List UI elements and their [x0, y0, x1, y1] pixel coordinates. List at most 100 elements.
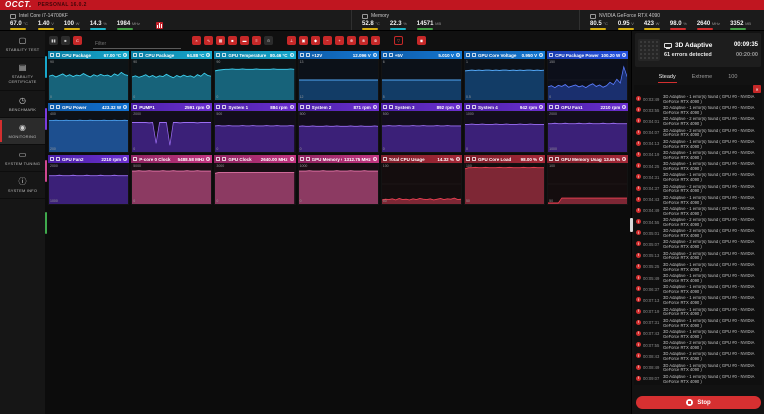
- filter-funnel-button[interactable]: ▽: [394, 36, 403, 45]
- error-log-row[interactable]: ! 00:04:19 3D Adaptive - 1 error(s) found …: [634, 150, 762, 161]
- list-view-button[interactable]: ≡: [252, 36, 261, 45]
- chart-tile[interactable]: PUMP1 2591 rpm i 2000 0: [131, 103, 213, 153]
- temperature-filter-button[interactable]: ⊥: [287, 36, 296, 45]
- error-log-row[interactable]: ! 00:04:25 3D Adaptive - 1 error(s) found …: [634, 161, 762, 172]
- info-icon[interactable]: i: [289, 53, 294, 57]
- info-icon[interactable]: i: [206, 53, 211, 57]
- chart-tile[interactable]: GPU Temperature 80.46 °C i 90 0: [214, 51, 296, 101]
- error-log-row[interactable]: ! 00:09:07 3D Adaptive - 1 error(s) found …: [634, 374, 762, 385]
- usage-filter-button[interactable]: ⊜: [371, 36, 380, 45]
- chart-tile[interactable]: +5V 5.010 Vi65: [380, 51, 462, 101]
- collapse-button[interactable]: −: [323, 36, 332, 45]
- tab-extreme[interactable]: Extreme: [691, 72, 713, 82]
- voltage-filter-button[interactable]: ▣: [299, 36, 308, 45]
- info-icon[interactable]: i: [123, 157, 128, 161]
- chart-tile[interactable]: System 3 892 rpm i 500 0: [380, 103, 462, 153]
- chart-tile[interactable]: GPU Core Load 98.00 % i 100 50: [463, 155, 546, 205]
- sidebar-item-stability-certificate[interactable]: ▤ STABILITY CERTIFICATE: [0, 58, 45, 91]
- chart-tile[interactable]: GPU Clock 2640.00 MHz i 3000 0: [214, 155, 296, 205]
- chart-tile[interactable]: GPU Memory Clock1312.75 MHzi10000: [297, 155, 379, 205]
- error-log-row[interactable]: ! 00:08:49 3D Adaptive - 1 error(s) found …: [634, 363, 762, 374]
- dot-view-button[interactable]: ⊙: [264, 36, 273, 45]
- clear-graphs-button[interactable]: C: [73, 36, 82, 45]
- error-log-row[interactable]: ! 00:07:13 3D Adaptive - 1 error(s) found …: [634, 295, 762, 306]
- error-log-row[interactable]: ! 00:04:49 3D Adaptive - 1 error(s) found …: [634, 206, 762, 217]
- info-icon[interactable]: i: [372, 157, 377, 161]
- solid-view-button[interactable]: ■: [228, 36, 237, 45]
- info-icon[interactable]: i: [539, 105, 544, 109]
- clear-log-button[interactable]: ✕: [753, 85, 761, 93]
- chart-tile[interactable]: CPU Package 64.88 °C i 90 0: [131, 51, 213, 101]
- error-log-row[interactable]: ! 00:05:01 3D Adaptive - 2 error(s) found …: [634, 228, 762, 239]
- error-log-row[interactable]: ! 00:04:43 3D Adaptive - 1 error(s) found …: [634, 195, 762, 206]
- record-button[interactable]: ◉: [417, 36, 426, 45]
- error-log-row[interactable]: ! 00:03:49 3D Adaptive - 1 error(s) found …: [634, 94, 762, 105]
- filter-input[interactable]: [93, 39, 181, 49]
- error-log-row[interactable]: ! 00:04:07 3D Adaptive - 2 error(s) found …: [634, 128, 762, 139]
- sensor-group-marker[interactable]: [45, 108, 47, 130]
- info-icon[interactable]: i: [206, 105, 211, 109]
- error-log-row[interactable]: ! 00:07:55 3D Adaptive - 2 error(s) found …: [634, 340, 762, 351]
- sidebar-item-benchmark[interactable]: ◷ BENCHMARK: [0, 91, 45, 118]
- tab-steady[interactable]: Steady: [657, 72, 677, 83]
- chart-tile[interactable]: Total CPU Usage 14.32 % i 100 50: [380, 155, 462, 205]
- chart-tile[interactable]: GPU Power 423.32 Wi 400 200: [48, 103, 130, 153]
- grid-view-button[interactable]: ▦: [216, 36, 225, 45]
- info-icon[interactable]: i: [289, 105, 294, 109]
- expand-button[interactable]: +: [335, 36, 344, 45]
- info-icon[interactable]: i: [372, 105, 377, 109]
- chart-tile[interactable]: System 4 942 rpm i 1000 0: [463, 103, 546, 153]
- info-icon[interactable]: i: [123, 53, 128, 57]
- chart-tile[interactable]: P-core 0 Clock 5488.58 MHz i 5000 0: [131, 155, 213, 205]
- error-log-row[interactable]: ! 00:08:43 3D Adaptive - 2 error(s) found …: [634, 351, 762, 362]
- error-log-row[interactable]: ! 00:05:25 3D Adaptive - 1 error(s) found …: [634, 262, 762, 273]
- chart-tile[interactable]: System 2 871 rpm i 500 0: [297, 103, 379, 153]
- error-log-row[interactable]: ! 00:03:55 3D Adaptive - 1 error(s) found …: [634, 105, 762, 116]
- error-log-row[interactable]: ! 00:05:13 3D Adaptive - 2 error(s) found …: [634, 251, 762, 262]
- wave-view-button[interactable]: ∿: [204, 36, 213, 45]
- error-log-row[interactable]: ! 00:04:37 3D Adaptive - 2 error(s) found …: [634, 184, 762, 195]
- sidebar-item-system-info[interactable]: ⓘ SYSTEM INFO: [0, 172, 45, 200]
- power-filter-button[interactable]: ◆: [311, 36, 320, 45]
- chart-tile[interactable]: GPU Fan2 2210 rpm i 2000 1000: [48, 155, 130, 205]
- info-icon[interactable]: i: [455, 157, 460, 161]
- sidebar-item-system-tuning[interactable]: ▭ SYSTEM TUNING: [0, 145, 45, 173]
- clock-filter-button[interactable]: ⊗: [359, 36, 368, 45]
- splitter-handle[interactable]: [630, 218, 633, 232]
- error-log-row[interactable]: ! 00:06:37 3D Adaptive - 1 error(s) found …: [634, 284, 762, 295]
- fan-filter-button[interactable]: ⊕: [347, 36, 356, 45]
- chart-tile[interactable]: GPU Memory Usage 13.65 % i 100 50: [547, 155, 629, 205]
- sensor-group-marker[interactable]: [45, 56, 47, 78]
- info-icon[interactable]: i: [206, 157, 211, 161]
- error-log-row[interactable]: ! 00:04:31 3D Adaptive - 1 error(s) found …: [634, 172, 762, 183]
- chart-tile[interactable]: +12V 12.096 Vi 13 12: [297, 51, 379, 101]
- info-icon[interactable]: i: [455, 105, 460, 109]
- error-log-row[interactable]: ! 00:04:55 3D Adaptive - 2 error(s) found …: [634, 217, 762, 228]
- sensor-group-marker[interactable]: [45, 212, 47, 234]
- info-icon[interactable]: i: [372, 53, 377, 57]
- chart-tile[interactable]: GPU Fan1 2210 rpm i 2000 1000: [547, 103, 629, 153]
- chart-tile[interactable]: CPU Package Power 100.20 Wi 150 0: [547, 51, 629, 101]
- info-icon[interactable]: i: [539, 53, 544, 57]
- info-icon[interactable]: i: [123, 105, 128, 109]
- info-icon[interactable]: i: [622, 105, 627, 109]
- info-icon[interactable]: i: [539, 157, 544, 161]
- bars-view-button[interactable]: ▬: [240, 36, 249, 45]
- cpu-graph-icon[interactable]: [156, 22, 164, 29]
- tab-100[interactable]: 100: [727, 72, 738, 82]
- stop-recording-button[interactable]: ■: [61, 36, 70, 45]
- error-log-row[interactable]: ! 00:07:19 3D Adaptive - 1 error(s) found …: [634, 307, 762, 318]
- error-log-row[interactable]: ! 00:05:49 3D Adaptive - 1 error(s) found …: [634, 273, 762, 284]
- error-log[interactable]: ✕ ! 00:03:49 3D Adaptive - 1 error(s) foun…: [634, 85, 762, 385]
- chart-tile[interactable]: CPU Package 67.00 °C i 90 0: [48, 51, 130, 101]
- sidebar-item-stability-test[interactable]: ▢ STABILITY TEST: [0, 31, 45, 59]
- info-icon[interactable]: i: [622, 157, 627, 161]
- stop-button[interactable]: Stop: [636, 396, 761, 409]
- info-icon[interactable]: i: [289, 157, 294, 161]
- info-icon[interactable]: i: [622, 53, 627, 57]
- sidebar-item-monitoring[interactable]: ◉ MONITORING: [0, 117, 45, 145]
- info-icon[interactable]: i: [455, 53, 460, 57]
- error-log-row[interactable]: ! 00:05:07 3D Adaptive - 2 error(s) found …: [634, 239, 762, 250]
- sensor-group-marker[interactable]: [45, 160, 47, 182]
- chart-tile[interactable]: GPU Core Voltage 0.950 Vi 1 0.5: [463, 51, 546, 101]
